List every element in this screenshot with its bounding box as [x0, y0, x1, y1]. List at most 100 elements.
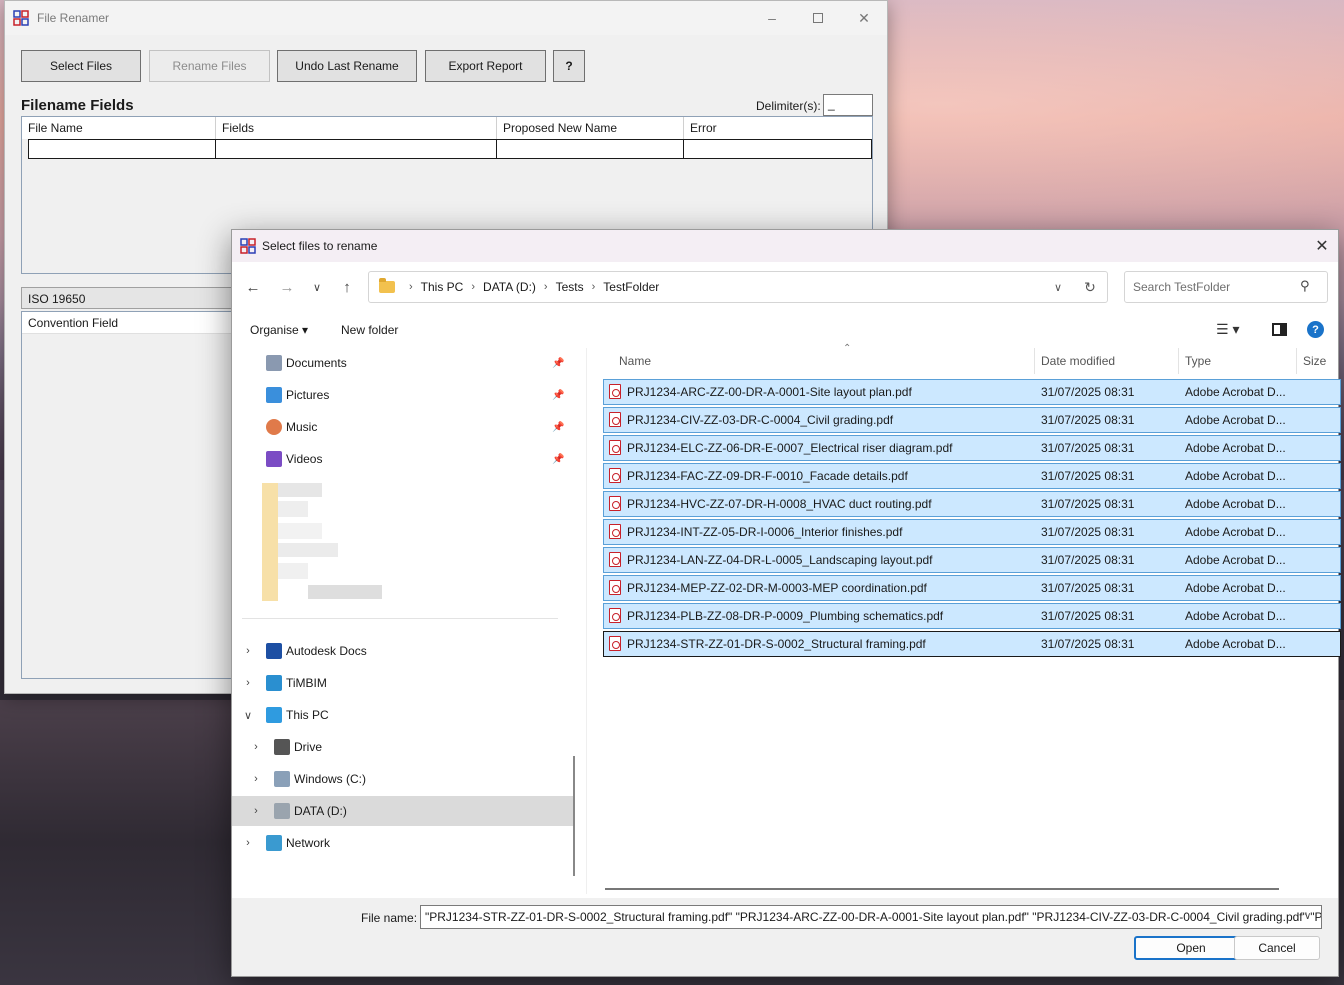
grid-new-row[interactable] — [28, 139, 872, 159]
grid-cell[interactable] — [216, 139, 497, 159]
grid-column-file-name[interactable]: File Name — [22, 117, 216, 139]
file-row[interactable]: PRJ1234-FAC-ZZ-09-DR-F-0010_Facade detai… — [603, 463, 1341, 489]
new-folder-button[interactable]: New folder — [341, 323, 398, 337]
grid-cell[interactable] — [497, 139, 684, 159]
file-name-input[interactable]: "PRJ1234-STR-ZZ-01-DR-S-0002_Structural … — [420, 905, 1322, 929]
rename-files-button[interactable]: Rename Files — [149, 50, 270, 82]
chevron-right-icon[interactable]: › — [250, 805, 262, 817]
file-row[interactable]: PRJ1234-CIV-ZZ-03-DR-C-0004_Civil gradin… — [603, 407, 1341, 433]
help-icon[interactable]: ? — [1307, 321, 1324, 338]
column-header-name[interactable]: Name ⌃ — [613, 343, 1035, 374]
organise-label: Organise — [250, 323, 299, 337]
nav-item-music[interactable]: Music 📌 — [232, 412, 574, 442]
preview-pane-icon[interactable] — [1272, 323, 1287, 336]
open-button[interactable]: Open — [1134, 936, 1248, 960]
select-files-button[interactable]: Select Files — [21, 50, 141, 82]
file-row[interactable]: PRJ1234-LAN-ZZ-04-DR-L-0005_Landscaping … — [603, 547, 1341, 573]
documents-icon — [266, 355, 282, 371]
undo-last-rename-button[interactable]: Undo Last Rename — [277, 50, 417, 82]
view-options-icon[interactable]: ☰ ▾ — [1216, 321, 1239, 338]
nav-item-network[interactable]: › Network — [232, 828, 574, 858]
chevron-down-icon[interactable]: ∨ — [1304, 911, 1311, 922]
dialog-footer: File name: "PRJ1234-STR-ZZ-01-DR-S-0002_… — [232, 898, 1338, 976]
breadcrumb-testfolder[interactable]: TestFolder — [603, 280, 659, 294]
nav-item-pictures[interactable]: Pictures 📌 — [232, 380, 574, 410]
minimize-button[interactable]: – — [749, 1, 795, 35]
chevron-right-icon[interactable]: › — [250, 741, 262, 753]
chevron-right-icon[interactable]: › — [242, 837, 254, 849]
pin-icon[interactable]: 📌 — [552, 422, 564, 433]
dialog-close-button[interactable]: ✕ — [1312, 236, 1332, 256]
nav-scrollbar[interactable] — [573, 756, 575, 876]
pdf-file-icon — [609, 608, 621, 623]
column-label: Name — [619, 354, 652, 368]
help-button[interactable]: ? — [553, 50, 585, 82]
file-row[interactable]: PRJ1234-INT-ZZ-05-DR-I-0006_Interior fin… — [603, 519, 1341, 545]
column-header-date-modified[interactable]: Date modified — [1035, 348, 1179, 374]
nav-item-windows-c[interactable]: › Windows (C:) — [232, 764, 574, 794]
file-row[interactable]: PRJ1234-STR-ZZ-01-DR-S-0002_Structural f… — [603, 631, 1341, 657]
nav-item-drive[interactable]: › Drive — [232, 732, 574, 762]
grid-cell[interactable] — [684, 139, 872, 159]
breadcrumb-tests[interactable]: Tests — [556, 280, 584, 294]
pin-icon[interactable]: 📌 — [552, 390, 564, 401]
chevron-right-icon[interactable]: › — [250, 773, 262, 785]
close-button[interactable]: ✕ — [841, 1, 887, 35]
file-date: 31/07/2025 08:31 — [1041, 525, 1135, 539]
chevron-right-icon[interactable]: › — [242, 645, 254, 657]
column-header-size[interactable]: Size — [1297, 348, 1341, 374]
address-history-chevron-icon[interactable]: ∨ — [1043, 281, 1073, 294]
timbim-icon — [266, 675, 282, 691]
grid-column-fields[interactable]: Fields — [216, 117, 497, 139]
breadcrumb-data-drive[interactable]: DATA (D:) — [483, 280, 536, 294]
nav-item-this-pc[interactable]: ∨ This PC — [232, 700, 574, 730]
up-button[interactable]: ↑ — [336, 276, 358, 298]
pdf-file-icon — [609, 468, 621, 483]
breadcrumb-this-pc[interactable]: This PC — [421, 280, 464, 294]
app-logo-icon — [13, 10, 29, 26]
nav-divider — [242, 618, 558, 619]
maximize-button[interactable] — [795, 1, 841, 35]
nav-item-data-d[interactable]: › DATA (D:) — [232, 796, 574, 826]
horizontal-scrollbar[interactable] — [605, 888, 1279, 890]
nav-item-documents[interactable]: Documents 📌 — [232, 348, 574, 378]
file-type: Adobe Acrobat D... — [1185, 441, 1286, 455]
app-titlebar[interactable]: File Renamer – ✕ — [5, 1, 887, 35]
file-type: Adobe Acrobat D... — [1185, 581, 1286, 595]
refresh-icon[interactable]: ↻ — [1073, 279, 1107, 296]
pin-icon[interactable]: 📌 — [552, 454, 564, 465]
file-row[interactable]: PRJ1234-ELC-ZZ-06-DR-E-0007_Electrical r… — [603, 435, 1341, 461]
chevron-right-icon[interactable]: › — [242, 677, 254, 689]
delimiter-input[interactable]: _ — [823, 94, 873, 116]
file-name: PRJ1234-CIV-ZZ-03-DR-C-0004_Civil gradin… — [627, 413, 894, 427]
nav-item-timbim[interactable]: › TiMBIM — [232, 668, 574, 698]
export-report-button[interactable]: Export Report — [425, 50, 546, 82]
cancel-button[interactable]: Cancel — [1234, 936, 1320, 960]
maximize-icon — [813, 13, 823, 23]
grid-cell[interactable] — [28, 139, 216, 159]
dialog-titlebar[interactable]: Select files to rename ✕ — [232, 230, 1338, 262]
grid-column-proposed-new-name[interactable]: Proposed New Name — [497, 117, 684, 139]
address-bar[interactable]: › This PC › DATA (D:) › Tests › TestFold… — [368, 271, 1108, 303]
nav-item-autodesk-docs[interactable]: › Autodesk Docs — [232, 636, 574, 666]
nav-item-videos[interactable]: Videos 📌 — [232, 444, 574, 474]
chevron-down-icon[interactable]: ∨ — [242, 709, 254, 722]
file-date: 31/07/2025 08:31 — [1041, 609, 1135, 623]
file-row[interactable]: PRJ1234-HVC-ZZ-07-DR-H-0008_HVAC duct ro… — [603, 491, 1341, 517]
nav-label: Documents — [286, 356, 347, 370]
organise-menu[interactable]: Organise ▾ — [250, 323, 308, 337]
file-row[interactable]: PRJ1234-ARC-ZZ-00-DR-A-0001-Site layout … — [603, 379, 1341, 405]
file-date: 31/07/2025 08:31 — [1041, 441, 1135, 455]
column-header-type[interactable]: Type — [1179, 348, 1297, 374]
file-row[interactable]: PRJ1234-MEP-ZZ-02-DR-M-0003-MEP coordina… — [603, 575, 1341, 601]
pin-icon[interactable]: 📌 — [552, 358, 564, 369]
back-button[interactable]: ← — [242, 276, 264, 298]
search-input[interactable]: Search TestFolder — [1124, 271, 1328, 303]
grid-column-error[interactable]: Error — [684, 117, 872, 139]
convention-select[interactable]: ISO 19650 — [21, 287, 237, 309]
forward-button[interactable]: → — [276, 276, 298, 298]
recent-locations-button[interactable]: ∨ — [306, 276, 328, 298]
file-name-label: File name: — [361, 911, 418, 925]
file-name: PRJ1234-INT-ZZ-05-DR-I-0006_Interior fin… — [627, 525, 903, 539]
file-row[interactable]: PRJ1234-PLB-ZZ-08-DR-P-0009_Plumbing sch… — [603, 603, 1341, 629]
